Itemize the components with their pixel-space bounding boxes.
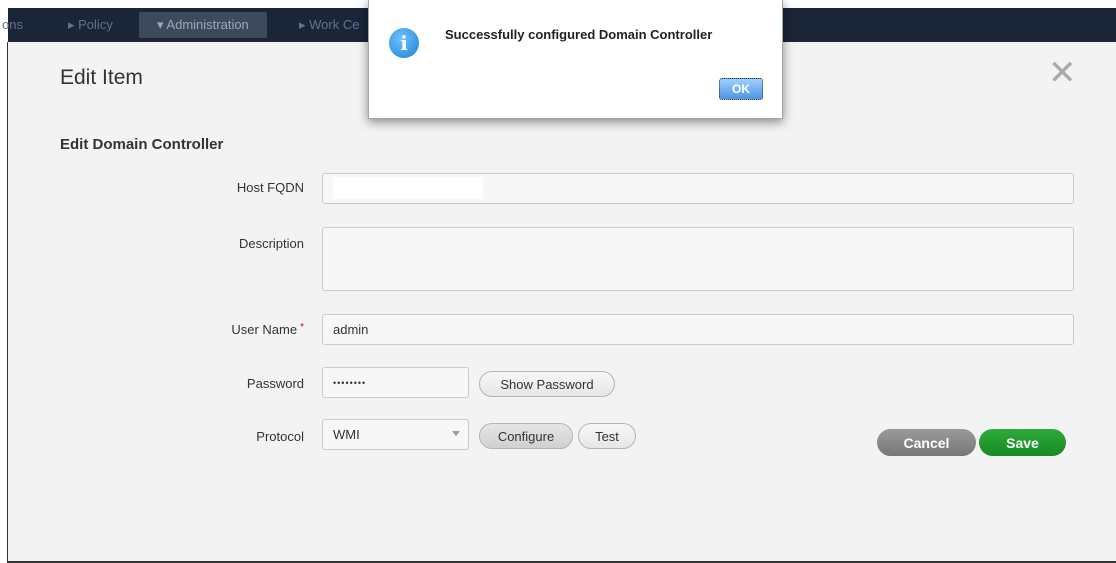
host-fqdn-label: Host FQDN [236,180,304,195]
nav-item-administration[interactable]: ▾ Administration [139,12,267,38]
success-alert-dialog: i Successfully configured Domain Control… [368,0,783,119]
password-input[interactable]: •••••••• [322,367,469,398]
info-icon: i [389,28,419,58]
user-name-label: User Name * [104,322,304,337]
redacted-host-value [333,177,483,199]
required-marker: * [300,322,304,333]
password-label: Password [246,376,304,391]
description-textarea[interactable] [322,227,1074,291]
description-label: Description [238,236,304,251]
configure-button[interactable]: Configure [479,423,573,449]
test-button[interactable]: Test [578,423,636,449]
chevron-down-icon [452,431,460,436]
protocol-value: WMI [333,427,360,442]
edit-item-modal: Edit Item ✕ Edit Domain Controller Host … [8,42,1116,561]
user-name-input[interactable]: admin [322,314,1074,345]
section-title: Edit Domain Controller [60,136,224,153]
save-button[interactable]: Save [979,429,1066,456]
show-password-button[interactable]: Show Password [479,371,615,397]
user-name-value: admin [333,322,369,337]
protocol-label: Protocol [256,429,304,444]
protocol-select[interactable]: WMI [322,419,469,450]
password-value: •••••••• [333,377,367,388]
close-icon[interactable]: ✕ [1048,56,1077,90]
nav-item-operations[interactable]: ons [2,17,23,32]
nav-item-policy[interactable]: ▸ Policy [68,17,113,33]
user-name-label-text: User Name [231,322,298,337]
host-fqdn-input[interactable] [322,173,1074,204]
cancel-button[interactable]: Cancel [877,429,976,456]
modal-title: Edit Item [60,66,143,89]
nav-item-work-centers[interactable]: ▸ Work Ce [299,17,359,33]
alert-message: Successfully configured Domain Controlle… [445,27,713,42]
ok-button[interactable]: OK [719,78,763,100]
